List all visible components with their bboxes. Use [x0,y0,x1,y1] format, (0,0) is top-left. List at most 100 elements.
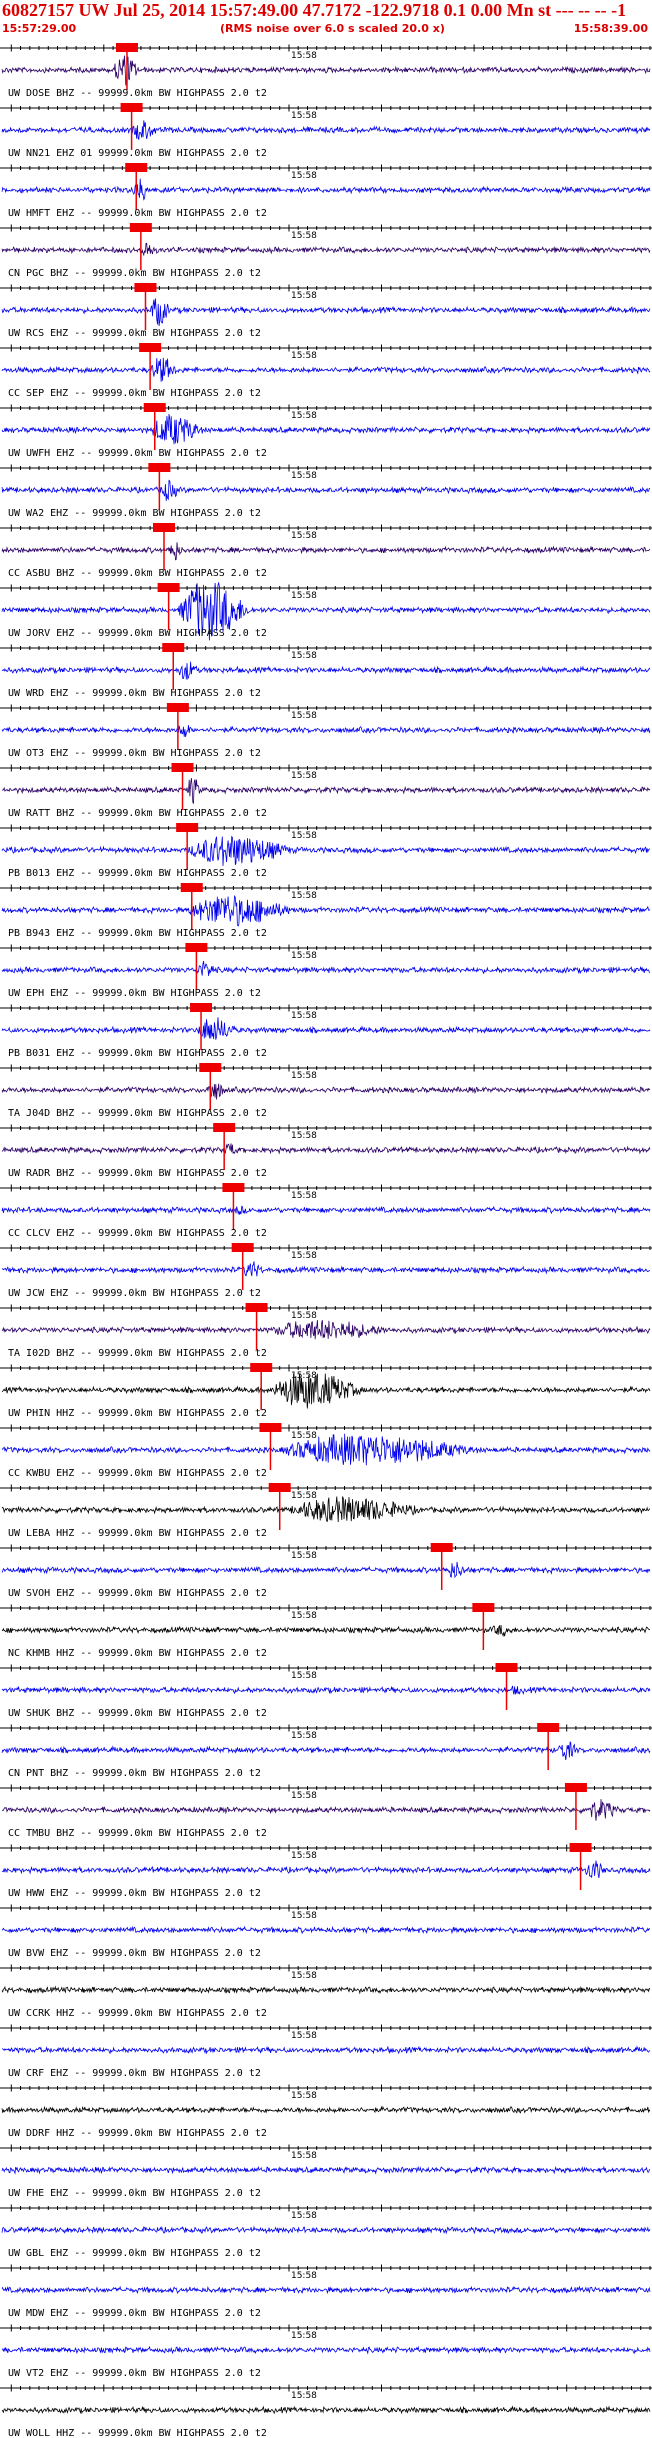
trace-row: 15:58 UW RATT BHZ -- 99999.0km BW HIGHPAS… [0,763,652,819]
trace-row: 15:58 CC ASBU BHZ -- 99999.0km BW HIGHPAS… [0,523,652,579]
trace-row: 15:58 UW DDRF HHZ -- 99999.0km BW HIGHPAS… [0,2084,652,2139]
waveform-line [1,479,651,501]
waveform-line [1,1205,651,1216]
waveform-line [1,1143,651,1155]
trace-row: 15:58 PB B013 EHZ -- 99999.0km BW HIGHPAS… [0,823,652,879]
trace-row: 15:58 CN PGC BHZ -- 99999.0km BW HIGHPASS… [0,223,652,279]
station-label: CN PGC BHZ -- 99999.0km BW HIGHPASS 2.0 … [8,268,261,279]
minute-tick-label: 15:58 [291,171,317,181]
trace-row: 15:58 UW NN21 EHZ 01 99999.0km BW HIGHPAS… [0,103,652,159]
minute-tick-label: 15:58 [291,1611,317,1621]
minute-tick-label: 15:58 [291,591,317,601]
station-label: UW PHIN HHZ -- 99999.0km BW HIGHPASS 2.0… [8,1408,267,1419]
trace-row: 15:58 CC CLCV EHZ -- 99999.0km BW HIGHPAS… [0,1183,652,1239]
trace-row: 15:58 CC KWBU EHZ -- 99999.0km BW HIGHPAS… [0,1423,652,1479]
station-label: CC ASBU BHZ -- 99999.0km BW HIGHPASS 2.0… [8,568,267,579]
trace-row: 15:58 TA J04D BHZ -- 99999.0km BW HIGHPAS… [0,1063,652,1119]
minute-tick-label: 15:58 [291,2031,317,2041]
waveform-line [1,1860,651,1879]
waveform-line [1,1925,650,1935]
station-label: UW WA2 EHZ -- 99999.0km BW HIGHPASS 2.0 … [8,508,261,519]
trace-row: 15:58 CC TMBU BHZ -- 99999.0km BW HIGHPAS… [0,1783,652,1839]
minute-tick-label: 15:58 [291,1671,317,1681]
waveform-line [1,2165,651,2175]
trace-row: 15:58 PB B031 EHZ -- 99999.0km BW HIGHPAS… [0,1003,652,1059]
waveform-line [1,1985,651,1995]
rms-note: (RMS noise over 6.0 s scaled 20.0 x) [220,22,445,35]
station-label: UW UWFH EHZ -- 99999.0km BW HIGHPASS 2.0… [8,448,267,459]
station-label: TA I02D BHZ -- 99999.0km BW HIGHPASS 2.0… [8,1348,267,1359]
station-label: UW EPH EHZ -- 99999.0km BW HIGHPASS 2.0 … [8,988,261,999]
waveform-line [1,661,651,681]
minute-tick-label: 15:58 [291,831,317,841]
trace-row: 15:58 UW JORV EHZ -- 99999.0km BW HIGHPAS… [0,581,652,641]
minute-tick-label: 15:58 [291,951,317,961]
waveform-line [1,1083,651,1100]
station-label: UW HMFT EHZ -- 99999.0km BW HIGHPASS 2.0… [8,208,267,219]
trace-row: 15:58 CN PNT BHZ -- 99999.0km BW HIGHPASS… [0,1723,652,1779]
minute-tick-label: 15:58 [291,1131,317,1141]
waveform-line [1,1433,651,1466]
trace-row: 15:58 UW FHE EHZ -- 99999.0km BW HIGHPASS… [0,2144,652,2199]
station-label: UW GBL EHZ -- 99999.0km BW HIGHPASS 2.0 … [8,2248,261,2259]
waveform-line [1,835,651,866]
end-time: 15:58:39.00 [573,22,648,35]
waveform-line [1,1685,651,1695]
station-label: TA J04D BHZ -- 99999.0km BW HIGHPASS 2.0… [8,1108,267,1119]
minute-tick-label: 15:58 [291,291,317,301]
trace-row: 15:58 NC KHMB HHZ -- 99999.0km BW HIGHPAS… [0,1603,652,1659]
waveform-line [1,242,651,257]
station-label: UW MDW EHZ -- 99999.0km BW HIGHPASS 2.0 … [8,2308,261,2319]
station-label: UW DOSE BHZ -- 99999.0km BW HIGHPASS 2.0… [8,88,267,99]
trace-row: 15:58 UW WOLL HHZ -- 99999.0km BW HIGHPAS… [0,2384,652,2438]
minute-tick-label: 15:58 [291,351,317,361]
waveform-line [1,1496,651,1523]
minute-tick-label: 15:58 [291,1371,317,1381]
trace-row: 15:58 UW LEBA HHZ -- 99999.0km BW HIGHPAS… [0,1483,652,1539]
waveform-line [1,1261,651,1277]
minute-tick-label: 15:58 [291,2391,317,2401]
minute-tick-label: 15:58 [291,891,317,901]
station-label: UW OT3 EHZ -- 99999.0km BW HIGHPASS 2.0 … [8,748,261,759]
minute-tick-label: 15:58 [291,231,317,241]
trace-row: 15:58 UW RCS EHZ -- 99999.0km BW HIGHPASS… [0,283,652,339]
minute-tick-label: 15:58 [291,1311,317,1321]
minute-tick-label: 15:58 [291,711,317,721]
waveform-line [1,298,651,327]
trace-row: 15:58 UW CCRK HHZ -- 99999.0km BW HIGHPAS… [0,1964,652,2019]
station-label: UW RATT BHZ -- 99999.0km BW HIGHPASS 2.0… [8,808,267,819]
station-label: UW DDRF HHZ -- 99999.0km BW HIGHPASS 2.0… [8,2128,267,2139]
station-label: UW SHUK BHZ -- 99999.0km BW HIGHPASS 2.0… [8,1708,267,1719]
trace-row: 15:58 UW OT3 EHZ -- 99999.0km BW HIGHPASS… [0,703,652,759]
waveform-line [1,413,651,445]
minute-tick-label: 15:58 [291,1971,317,1981]
waveform-line [1,55,651,86]
trace-row: 15:58 UW WRD EHZ -- 99999.0km BW HIGHPASS… [0,643,652,699]
minute-tick-label: 15:58 [291,411,317,421]
station-label: NC KHMB HHZ -- 99999.0km BW HIGHPASS 2.0… [8,1648,267,1659]
station-label: PB B013 EHZ -- 99999.0km BW HIGHPASS 2.0… [8,868,267,879]
minute-tick-label: 15:58 [291,771,317,781]
start-time: 15:57:29.00 [2,22,77,35]
station-label: UW FHE EHZ -- 99999.0km BW HIGHPASS 2.0 … [8,2188,261,2199]
station-label: UW RADR BHZ -- 99999.0km BW HIGHPASS 2.0… [8,1168,267,1179]
waveform-line [1,2285,651,2295]
trace-row: 15:58 CC SEP EHZ -- 99999.0km BW HIGHPASS… [0,343,652,399]
waveform-line [1,2105,651,2115]
waveform-line [1,1799,651,1821]
waveform-line [1,1320,651,1340]
trace-row: 15:58 UW SHUK BHZ -- 99999.0km BW HIGHPAS… [0,1663,652,1719]
seismogram-plot: 15:58 UW DOSE BHZ -- 99999.0km BW HIGHPAS… [0,43,652,2438]
waveform-line [1,2405,651,2415]
minute-tick-label: 15:58 [291,1551,317,1561]
trace-row: 15:58 TA I02D BHZ -- 99999.0km BW HIGHPAS… [0,1303,652,1359]
waveform-line [1,1741,651,1761]
station-label: UW RCS EHZ -- 99999.0km BW HIGHPASS 2.0 … [8,328,261,339]
trace-row: 15:58 UW HMFT EHZ -- 99999.0km BW HIGHPAS… [0,163,652,219]
minute-tick-label: 15:58 [291,2091,317,2101]
trace-row: 15:58 UW PHIN HHZ -- 99999.0km BW HIGHPAS… [0,1363,652,1419]
minute-tick-label: 15:58 [291,1251,317,1261]
minute-tick-label: 15:58 [291,651,317,661]
station-label: UW NN21 EHZ 01 99999.0km BW HIGHPASS 2.0… [8,148,267,159]
station-label: CN PNT BHZ -- 99999.0km BW HIGHPASS 2.0 … [8,1768,261,1779]
